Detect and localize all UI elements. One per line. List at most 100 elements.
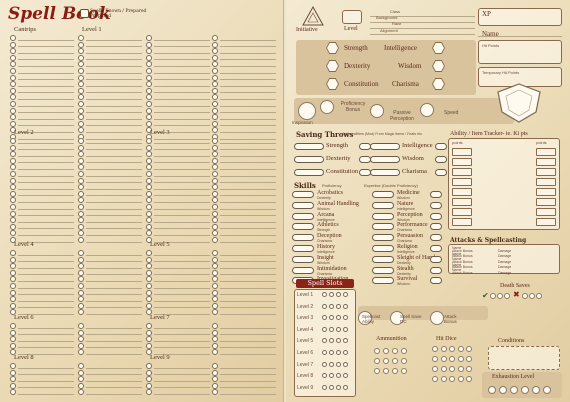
tracker-left-cell[interactable] bbox=[452, 198, 472, 206]
spell-slot-row[interactable] bbox=[146, 101, 210, 107]
spell-prepared-checkbox[interactable] bbox=[212, 138, 218, 144]
spell-prepared-checkbox[interactable] bbox=[78, 276, 84, 283]
skill-toggle[interactable] bbox=[372, 266, 394, 274]
saving-throw-mod[interactable] bbox=[435, 156, 447, 163]
saving-throw-toggle[interactable] bbox=[370, 169, 400, 176]
skill-toggle[interactable] bbox=[292, 255, 314, 263]
spell-name-line[interactable] bbox=[220, 112, 276, 114]
spell-name-line[interactable] bbox=[86, 155, 142, 157]
spell-slot-row[interactable] bbox=[10, 230, 74, 237]
spell-slot-row[interactable] bbox=[78, 269, 142, 276]
spell-prepared-checkbox[interactable] bbox=[78, 263, 84, 270]
conditions-box[interactable] bbox=[488, 346, 560, 370]
spell-slot-row[interactable] bbox=[78, 74, 142, 81]
spell-name-line[interactable] bbox=[86, 367, 142, 369]
spell-name-line[interactable] bbox=[154, 274, 210, 276]
spell-slot-row[interactable] bbox=[146, 204, 210, 210]
spell-slot-row[interactable] bbox=[212, 302, 276, 309]
spell-slot-row[interactable] bbox=[78, 197, 142, 204]
skill-toggle[interactable] bbox=[292, 234, 314, 242]
ammunition-circle[interactable] bbox=[401, 358, 407, 364]
spell-slot-row[interactable] bbox=[78, 157, 142, 164]
spell-name-line[interactable] bbox=[220, 294, 276, 296]
spell-slot-row[interactable] bbox=[78, 250, 142, 256]
spell-slot-row[interactable] bbox=[10, 302, 74, 309]
spell-name-line[interactable] bbox=[18, 65, 74, 67]
spell-slot-row[interactable] bbox=[10, 376, 74, 383]
spell-slot-row[interactable] bbox=[10, 157, 74, 164]
spell-prepared-checkbox[interactable] bbox=[78, 302, 84, 309]
spell-prepared-checkbox[interactable] bbox=[146, 74, 152, 81]
spell-name-line[interactable] bbox=[220, 39, 276, 41]
spell-slot-row[interactable] bbox=[78, 323, 142, 329]
saving-throw-toggle[interactable] bbox=[370, 143, 400, 150]
spell-prepared-checkbox[interactable] bbox=[78, 114, 84, 121]
spell-prepared-checkbox[interactable] bbox=[212, 101, 218, 107]
spell-prepared-checkbox[interactable] bbox=[78, 68, 84, 74]
spell-slot-row[interactable] bbox=[78, 81, 142, 88]
spell-prepared-checkbox[interactable] bbox=[212, 309, 218, 316]
spell-name-line[interactable] bbox=[154, 327, 210, 329]
spell-slot-row[interactable] bbox=[78, 48, 142, 55]
spell-name-line[interactable] bbox=[154, 228, 210, 230]
spell-name-line[interactable] bbox=[86, 98, 142, 100]
spell-slot-dot[interactable] bbox=[329, 326, 334, 332]
spell-slot-row[interactable] bbox=[146, 302, 210, 309]
spell-prepared-checkbox[interactable] bbox=[10, 184, 16, 191]
spell-name-line[interactable] bbox=[154, 261, 210, 263]
spell-slot-dot[interactable] bbox=[329, 350, 334, 355]
spell-slot-row[interactable] bbox=[78, 101, 142, 107]
spell-prepared-checkbox[interactable] bbox=[212, 144, 218, 151]
spell-prepared-checkbox[interactable] bbox=[212, 329, 218, 336]
spell-name-line[interactable] bbox=[154, 118, 210, 120]
spell-name-line[interactable] bbox=[86, 131, 142, 133]
spell-prepared-checkbox[interactable] bbox=[146, 177, 152, 184]
spell-slot-row[interactable] bbox=[212, 35, 276, 41]
spell-slot-row[interactable] bbox=[10, 223, 74, 230]
spell-prepared-checkbox[interactable] bbox=[78, 144, 84, 151]
skill-mod[interactable] bbox=[430, 255, 442, 263]
spell-name-line[interactable] bbox=[154, 149, 210, 151]
spell-prepared-checkbox[interactable] bbox=[146, 382, 152, 389]
skill-toggle[interactable] bbox=[372, 234, 394, 242]
spell-slot-row[interactable] bbox=[146, 190, 210, 197]
hit-die-circle[interactable] bbox=[440, 346, 447, 352]
spell-slot-row[interactable] bbox=[78, 263, 142, 270]
spell-slot-row[interactable] bbox=[10, 138, 74, 144]
spell-slot-row[interactable] bbox=[212, 389, 276, 396]
spell-name-line[interactable] bbox=[86, 46, 142, 48]
spell-slot-row[interactable] bbox=[212, 283, 276, 289]
saving-throw-toggle[interactable] bbox=[294, 169, 324, 176]
spell-prepared-checkbox[interactable] bbox=[212, 127, 218, 134]
skill-toggle[interactable] bbox=[372, 245, 394, 252]
spell-prepared-checkbox[interactable] bbox=[10, 369, 16, 376]
spell-slot-dot[interactable] bbox=[343, 303, 348, 309]
ammunition-circle[interactable] bbox=[401, 348, 407, 354]
death-save-success[interactable] bbox=[497, 293, 503, 299]
spell-slot-dot[interactable] bbox=[336, 303, 341, 309]
spell-slot-dot[interactable] bbox=[343, 292, 348, 297]
spell-prepared-checkbox[interactable] bbox=[10, 269, 16, 276]
hit-die-circle[interactable] bbox=[457, 376, 464, 382]
ammunition-circle[interactable] bbox=[392, 368, 398, 374]
spell-slot-row[interactable] bbox=[78, 144, 142, 151]
spell-prepared-checkbox[interactable] bbox=[146, 269, 152, 276]
exhaustion-circle[interactable] bbox=[499, 386, 507, 394]
spell-prepared-checkbox[interactable] bbox=[10, 363, 16, 369]
spell-slot-row[interactable] bbox=[212, 68, 276, 74]
spell-prepared-checkbox[interactable] bbox=[78, 190, 84, 197]
spell-slot-row[interactable] bbox=[78, 94, 142, 101]
spell-prepared-checkbox[interactable] bbox=[78, 217, 84, 224]
spell-prepared-checkbox[interactable] bbox=[212, 376, 218, 383]
spell-prepared-checkbox[interactable] bbox=[212, 74, 218, 81]
spell-name-line[interactable] bbox=[86, 327, 142, 329]
spell-prepared-checkbox[interactable] bbox=[146, 323, 152, 329]
spell-slot-row[interactable] bbox=[10, 342, 74, 349]
perception-circle[interactable] bbox=[370, 104, 384, 118]
spell-prepared-checkbox[interactable] bbox=[10, 48, 16, 55]
spell-prepared-checkbox[interactable] bbox=[212, 256, 218, 263]
spell-prepared-checkbox[interactable] bbox=[212, 190, 218, 197]
spell-name-line[interactable] bbox=[18, 195, 74, 197]
spell-slot-row[interactable] bbox=[146, 94, 210, 101]
spell-prepared-checkbox[interactable] bbox=[212, 164, 218, 171]
